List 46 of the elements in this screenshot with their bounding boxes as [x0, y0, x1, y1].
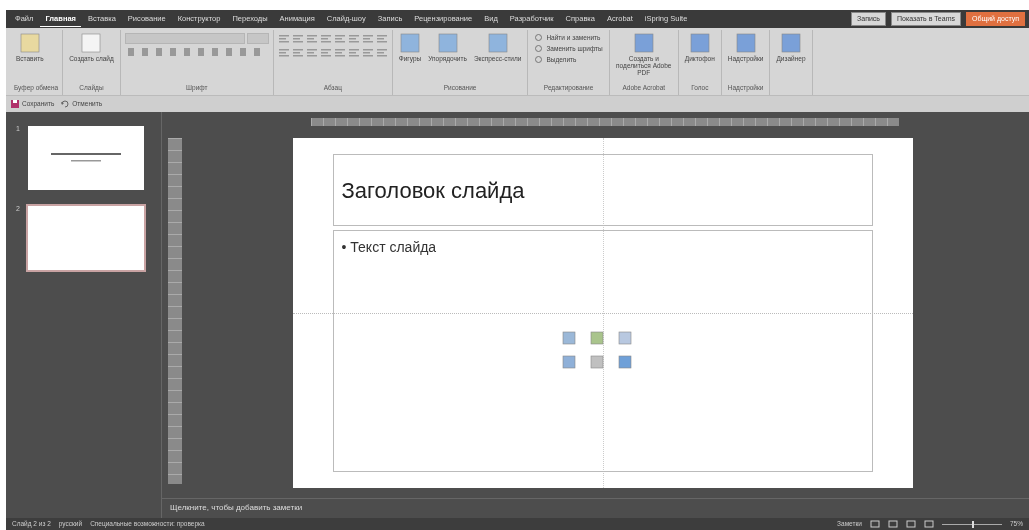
- paragraph-icon: [319, 33, 332, 45]
- slide-thumbnail[interactable]: [26, 124, 146, 192]
- paragraph-icon: [291, 33, 304, 45]
- paragraph-icon: [277, 33, 290, 45]
- tool-icon: [633, 33, 654, 53]
- slideshow-icon: [924, 520, 934, 528]
- tool-icon: [487, 33, 508, 53]
- notes-field[interactable]: Щелкните, чтобы добавить заметки: [170, 503, 303, 512]
- tool-icon: [781, 33, 801, 53]
- content-placeholder[interactable]: • Текст слайда: [332, 230, 873, 472]
- tool-icon: [689, 33, 710, 53]
- paragraph-icon: [361, 47, 374, 59]
- slide-thumbnail[interactable]: [26, 204, 146, 272]
- tool-icon: [81, 33, 102, 53]
- paragraph-icon: [277, 47, 290, 59]
- paragraph-icon: [347, 47, 360, 59]
- tool-icon: [437, 33, 458, 53]
- paragraph-icon: [333, 47, 346, 59]
- paragraph-icon: [375, 33, 388, 45]
- paragraph-icon: [375, 47, 388, 59]
- bullet-text: • Текст слайда: [341, 238, 438, 257]
- tool-icon: [399, 33, 420, 53]
- title-placeholder[interactable]: Заголовок слайда: [332, 154, 873, 226]
- image-icon: [617, 355, 632, 369]
- table-icon: [561, 331, 576, 345]
- picture-icon: [561, 355, 576, 369]
- title-text-drawing: [51, 151, 121, 165]
- tool-icon: [19, 33, 40, 53]
- smartart-icon: [617, 331, 632, 345]
- normal-view-icon: [870, 520, 880, 528]
- slide-title: Заголовок слайда: [341, 176, 525, 205]
- paragraph-icon: [319, 47, 332, 59]
- font-size-field[interactable]: [246, 33, 269, 44]
- paragraph-icon: [347, 33, 360, 45]
- paragraph-icon: [333, 33, 346, 45]
- paragraph-icon: [291, 47, 304, 59]
- tool-icon: [735, 33, 756, 53]
- undo-icon: [60, 99, 71, 109]
- paragraph-icon: [361, 33, 374, 45]
- reading-view-icon: [906, 520, 916, 528]
- chart-icon: [589, 331, 604, 345]
- paragraph-icon: [305, 47, 318, 59]
- floppy-icon: [10, 99, 20, 109]
- paragraph-icon: [305, 33, 318, 45]
- font-name-field[interactable]: [124, 33, 245, 44]
- slide-sorter-icon: [888, 520, 898, 528]
